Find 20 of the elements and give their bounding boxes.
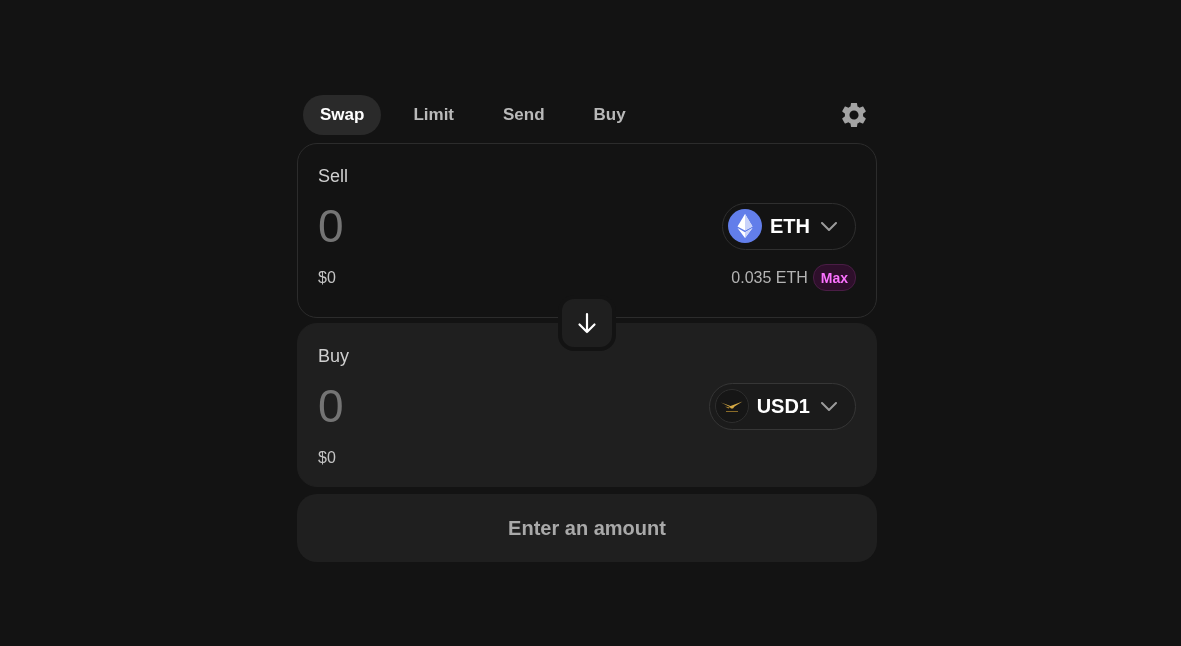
mode-tab[interactable]: Limit [396, 95, 471, 135]
settings-icon[interactable] [842, 103, 866, 127]
token-selector[interactable]: ETH [722, 202, 856, 250]
panel-label: Sell [318, 165, 348, 188]
diamond-token-icon [728, 209, 762, 243]
max-button[interactable]: Max [812, 264, 856, 291]
fiat-value: $0 [318, 268, 336, 287]
fiat-value: $0 [318, 448, 336, 467]
wings-token-icon [714, 389, 749, 423]
amount-input[interactable]: 0 [318, 382, 709, 430]
mode-tab[interactable]: Swap [303, 95, 382, 135]
amount-input[interactable]: 0 [318, 202, 722, 250]
balance-text: 0.035 ETH [731, 268, 808, 287]
mode-tab[interactable]: Send [486, 95, 562, 135]
panel-label: Buy [318, 345, 350, 368]
token-selector[interactable]: USD1 [708, 382, 856, 430]
chevron-down-icon [821, 401, 837, 411]
arrow-down-icon [576, 312, 598, 334]
chevron-down-icon [821, 221, 837, 231]
mode-tab[interactable]: Buy [576, 95, 643, 135]
